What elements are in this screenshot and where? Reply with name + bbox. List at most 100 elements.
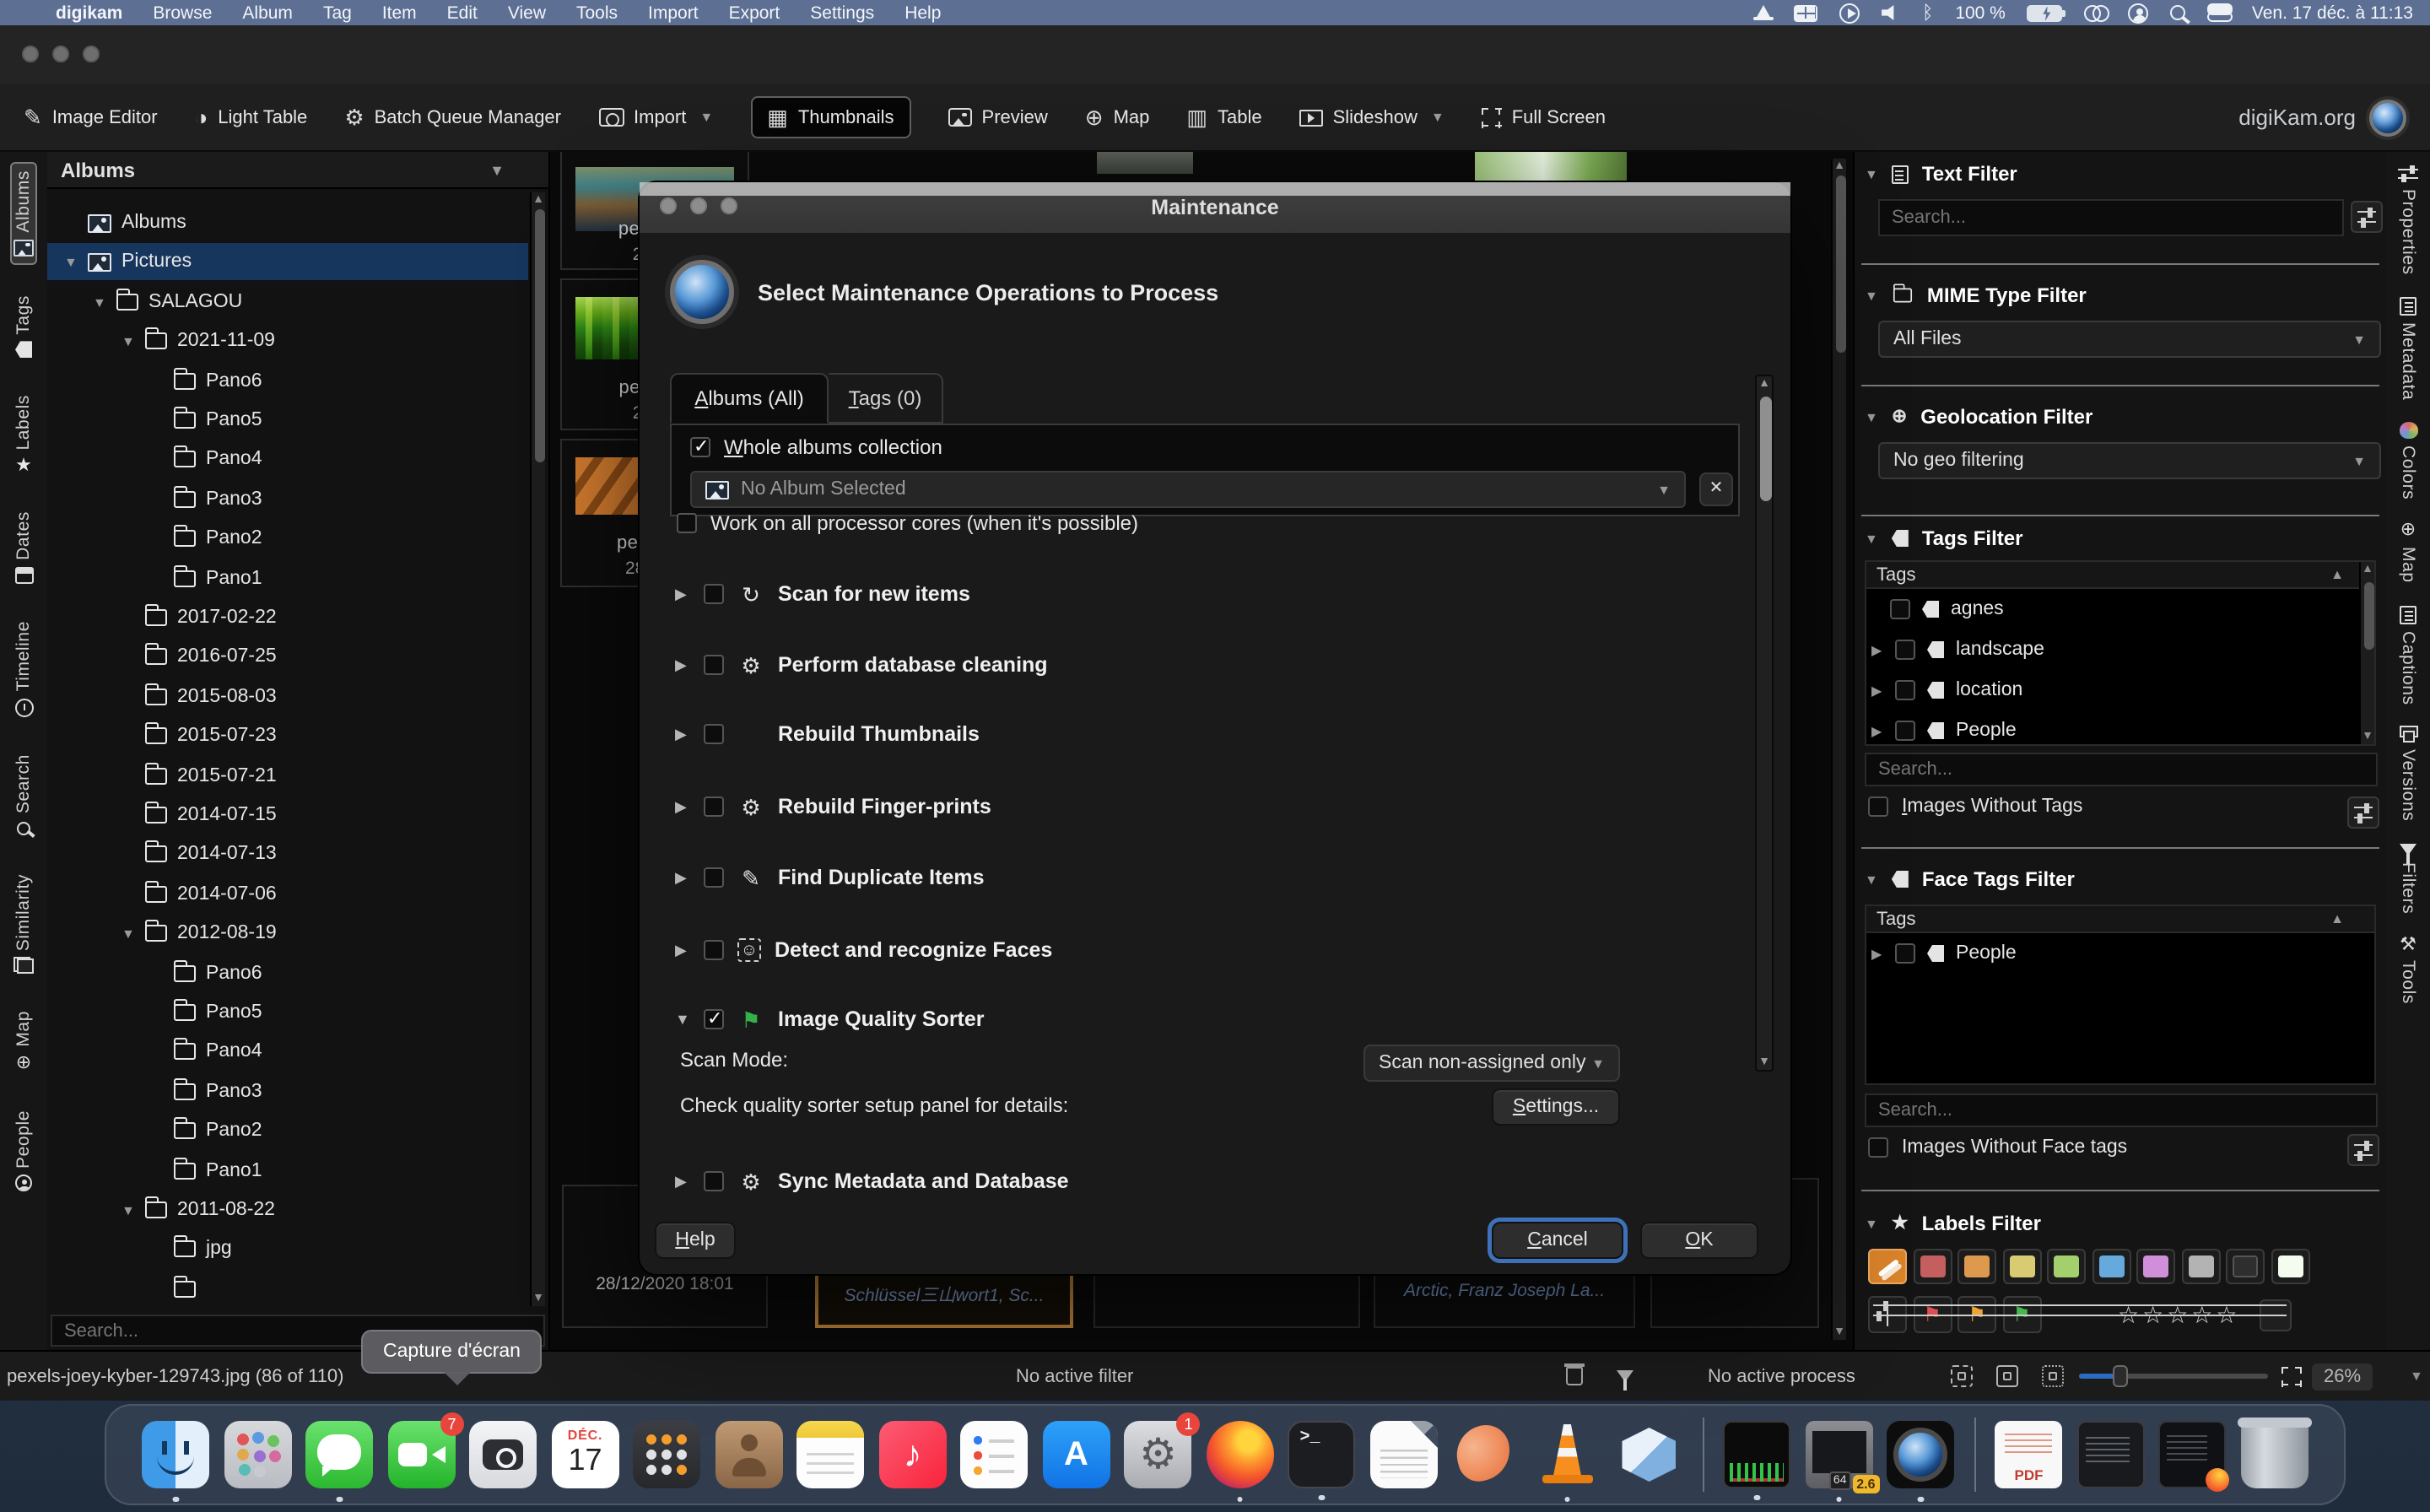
tab-tags[interactable]: Tags (0): [829, 373, 943, 424]
color-label-none[interactable]: [1868, 1249, 1907, 1284]
tags-filter-header[interactable]: ▼ Tags Filter: [1865, 526, 2022, 550]
tree-row[interactable]: 2015-08-03: [47, 678, 528, 716]
right-tab-versions[interactable]: Versions: [2398, 726, 2418, 822]
right-tab-tools[interactable]: ⚒ Tools: [2398, 937, 2418, 1004]
op-detect-faces[interactable]: ▶ ☺ Detect and recognize Faces: [675, 938, 1052, 962]
right-tab-captions[interactable]: Captions: [2398, 605, 2418, 705]
right-tab-filters[interactable]: Filters: [2398, 844, 2418, 914]
checkbox[interactable]: [704, 655, 724, 675]
checkbox[interactable]: [1895, 721, 1915, 741]
right-tab-colors[interactable]: Colors: [2398, 422, 2418, 500]
right-tab-metadata[interactable]: Metadata: [2398, 297, 2418, 400]
tree-row[interactable]: Pano4: [47, 1033, 528, 1070]
cores-row[interactable]: Work on all processor cores (when it's p…: [677, 511, 1138, 535]
flag-none[interactable]: ❘: [1868, 1296, 1907, 1333]
statusbar-expander[interactable]: ▼: [2410, 1352, 2423, 1401]
dock-editor-window[interactable]: 64 2.6: [1806, 1421, 1873, 1488]
tree-row[interactable]: 2015-07-21: [47, 758, 528, 795]
batch-queue-manager-button[interactable]: ⚙ Batch Queue Manager: [344, 106, 561, 128]
tags-scrollbar[interactable]: ▲▼: [2359, 562, 2374, 744]
tree-row[interactable]: 2014-07-13: [47, 835, 528, 872]
fit-select-icon[interactable]: [2042, 1352, 2064, 1401]
color-label-black[interactable]: [2226, 1249, 2265, 1284]
dock-messages[interactable]: [306, 1421, 374, 1488]
dock-digikam-window[interactable]: [1887, 1421, 1955, 1488]
tree-row[interactable]: ▼2012-08-19: [47, 915, 528, 952]
volume-icon[interactable]: [1882, 4, 1900, 21]
albums-scrollbar[interactable]: ▲▼: [530, 192, 545, 1306]
tree-row[interactable]: Pano5: [47, 994, 528, 1031]
tree-row[interactable]: 2015-07-23: [47, 717, 528, 754]
map-button[interactable]: ⊕ Map: [1085, 106, 1150, 128]
color-label-red[interactable]: [1913, 1249, 1952, 1284]
face-tags-list-header[interactable]: Tags▲: [1866, 906, 2374, 933]
albums-panel-header[interactable]: Albums ▼: [47, 152, 548, 189]
face-tags-options-button[interactable]: [2347, 1134, 2379, 1166]
menu-export[interactable]: Export: [714, 3, 796, 23]
funnel-icon[interactable]: [1617, 1352, 1634, 1401]
op-find-duplicates[interactable]: ▶ ✎ Find Duplicate Items: [675, 866, 985, 889]
tree-row[interactable]: Pano2: [47, 520, 528, 557]
sidebar-tab-labels[interactable]: Labels ★: [12, 388, 35, 481]
cancel-button[interactable]: Cancel: [1492, 1222, 1623, 1259]
color-label-gray[interactable]: [2181, 1249, 2220, 1284]
zoom-button[interactable]: [83, 46, 100, 62]
op-scan-new-items[interactable]: ▶ ↻ Scan for new items: [675, 582, 970, 606]
tag-row-agnes[interactable]: agnes: [1866, 589, 2374, 629]
dock-launchpad[interactable]: [224, 1421, 292, 1488]
dock-screenshot[interactable]: [470, 1421, 537, 1488]
checkbox[interactable]: [1868, 796, 1888, 817]
tree-row[interactable]: ▼SALAGOU: [47, 284, 528, 321]
menu-browse[interactable]: Browse: [138, 3, 227, 23]
dock-system-settings[interactable]: 1: [1125, 1421, 1192, 1488]
tree-row[interactable]: 2017-02-22: [47, 599, 528, 636]
tree-row[interactable]: Pano1: [47, 560, 528, 597]
dialog-scrollbar[interactable]: ▲▼: [1755, 375, 1774, 1072]
tree-row[interactable]: [47, 1271, 528, 1308]
tag-row-people[interactable]: ▶ People: [1866, 710, 2374, 751]
tree-row-selected[interactable]: ▼Pictures: [47, 243, 528, 280]
color-label-orange[interactable]: [1958, 1249, 1996, 1284]
slideshow-button[interactable]: Slideshow ▼: [1299, 107, 1444, 127]
tree-row[interactable]: Pano4: [47, 440, 528, 478]
sidebar-tab-timeline[interactable]: Timeline: [12, 614, 35, 723]
menu-help[interactable]: Help: [889, 3, 956, 23]
dock-firefox-window[interactable]: [2159, 1421, 2227, 1488]
dock-facetime[interactable]: 7: [388, 1421, 456, 1488]
checkbox[interactable]: [704, 940, 724, 960]
sidebar-tab-people[interactable]: People: [12, 1103, 35, 1198]
dock-activity-window[interactable]: [1724, 1421, 1791, 1488]
zoom-percent[interactable]: 26%: [2312, 1352, 2373, 1401]
playback-status-icon[interactable]: [1839, 3, 1860, 23]
dock-virtualbox[interactable]: [1616, 1421, 1683, 1488]
labels-options-button[interactable]: [2260, 1299, 2292, 1331]
checkbox[interactable]: [1868, 1137, 1888, 1158]
checkbox[interactable]: [1895, 943, 1915, 964]
checkbox[interactable]: [1895, 680, 1915, 700]
tree-row[interactable]: Pano6: [47, 955, 528, 992]
dock-calculator[interactable]: [634, 1421, 701, 1488]
dock-contacts[interactable]: [716, 1421, 783, 1488]
tags-list-header[interactable]: Tags▲: [1866, 562, 2374, 589]
menu-settings[interactable]: Settings: [795, 3, 889, 23]
op-database-cleaning[interactable]: ▶ ⚙ Perform database cleaning: [675, 653, 1048, 677]
menu-import[interactable]: Import: [633, 3, 714, 23]
whole-albums-row[interactable]: Whole albums collection: [690, 435, 942, 459]
fit-window-icon[interactable]: [1951, 1352, 1973, 1401]
sidebar-tab-map[interactable]: Map ⊕: [12, 1005, 35, 1080]
dock-textedit[interactable]: [1370, 1421, 1438, 1488]
menu-view[interactable]: View: [493, 3, 561, 23]
dialog-minimize-button[interactable]: [690, 197, 707, 214]
dock-terminal[interactable]: [1288, 1421, 1356, 1488]
dock-reminders[interactable]: [961, 1421, 1029, 1488]
flag-green[interactable]: ⚑: [2002, 1296, 2041, 1333]
dock-orange-app[interactable]: [1452, 1421, 1520, 1488]
labels-filter-header[interactable]: ▼ ★ Labels Filter: [1865, 1212, 2041, 1235]
full-screen-button[interactable]: Full Screen: [1482, 107, 1606, 127]
menu-tag[interactable]: Tag: [308, 3, 367, 23]
settings-button[interactable]: Settings...: [1492, 1088, 1620, 1126]
thumbnails-scrollbar[interactable]: ▲▼: [1831, 159, 1846, 1340]
import-button[interactable]: Import ▼: [598, 107, 713, 127]
image-editor-button[interactable]: ✎ Image Editor: [24, 106, 158, 128]
tree-row[interactable]: Pano3: [47, 481, 528, 518]
